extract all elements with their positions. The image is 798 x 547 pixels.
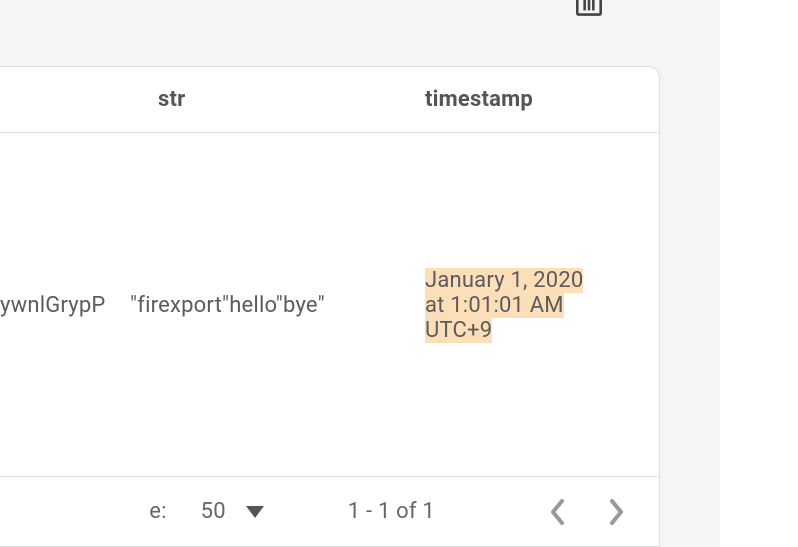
cell-timestamp: January 1, 2020 at 1:01:01 AM UTC+9	[425, 133, 659, 478]
column-header-str-label: str	[158, 87, 185, 112]
column-header-timestamp[interactable]: timestamp	[425, 67, 659, 133]
cell-str: "firexport"hello"bye"	[130, 133, 425, 478]
right-panel-bg	[720, 0, 798, 547]
column-header-timestamp-label: timestamp	[425, 87, 533, 112]
cell-id: ywnlGrypP	[0, 133, 130, 478]
toolbar	[0, 0, 660, 26]
column-header-str[interactable]: str	[130, 67, 425, 133]
page-size-selector[interactable]: 50	[201, 499, 264, 524]
cell-str-value: "firexport"hello"bye"	[130, 293, 325, 318]
bar-chart-icon[interactable]	[576, 0, 602, 16]
data-table: str timestamp ywnlGrypP "firexport"hello…	[0, 67, 659, 478]
chevron-down-icon	[246, 506, 264, 518]
timestamp-line3: UTC+9	[425, 318, 492, 343]
rows-per-page-label: e:	[149, 499, 166, 524]
page-size-value: 50	[201, 499, 226, 524]
timestamp-line2: at 1:01:01 AM	[425, 293, 564, 318]
pager: e: 50 1 - 1 of 1	[0, 476, 659, 546]
next-page-button[interactable]	[599, 494, 635, 530]
column-header-id[interactable]	[0, 67, 130, 133]
table-row[interactable]: ywnlGrypP "firexport"hello"bye" January …	[0, 133, 659, 478]
table-header-row: str timestamp	[0, 67, 659, 133]
page-range: 1 - 1 of 1	[348, 499, 435, 524]
prev-page-button[interactable]	[539, 494, 575, 530]
timestamp-line1: January 1, 2020	[425, 268, 583, 293]
cell-id-value: ywnlGrypP	[0, 293, 106, 318]
data-card: str timestamp ywnlGrypP "firexport"hello…	[0, 66, 660, 547]
